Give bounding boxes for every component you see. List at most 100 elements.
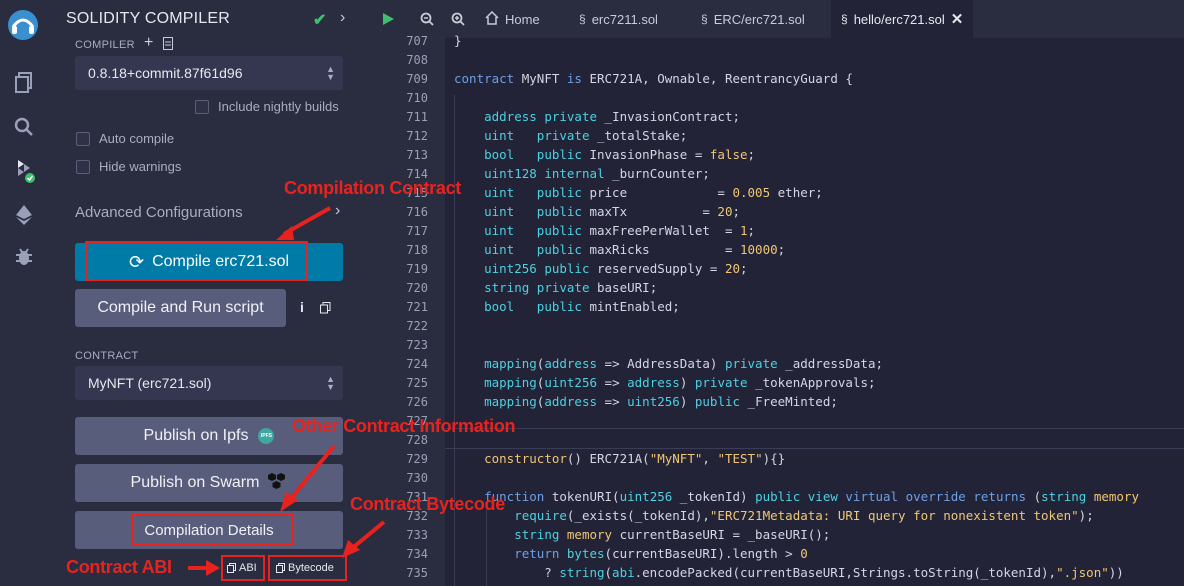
code-line: uint public maxTx = 20; [484,204,741,219]
highlight-abi [221,555,265,581]
tab-erc-erc721[interactable]: § ERC/erc721.sol [701,0,805,38]
tab-label: ERC/erc721.sol [713,11,805,27]
check-icon: ✔ [313,12,327,29]
publish-swarm-label: Publish on Swarm [130,474,260,491]
contract-select[interactable]: MyNFT (erc721.sol) ▲ ▼ [75,366,343,400]
line-number: 726 [406,395,428,409]
line-number: 721 [406,300,428,314]
line-number: 722 [406,319,428,333]
code-line: mapping(address => AddressData) private … [484,356,883,371]
tab-label: erc7211.sol [591,11,658,27]
compile-run-script-button[interactable]: Compile and Run script [75,289,286,327]
code-line: contract MyNFT is ERC721A, Ownable, Reen… [454,71,853,86]
line-number: 711 [406,110,428,124]
line-number: 716 [406,205,428,219]
file-explorer-icon[interactable] [11,70,37,96]
line-number: 730 [406,471,428,485]
solidity-compiler-icon[interactable] [11,158,37,184]
line-number: 707 [406,34,428,48]
line-number: 725 [406,376,428,390]
home-icon [485,10,499,28]
copy-icon[interactable] [320,301,331,319]
line-number: 723 [406,338,428,352]
code-line: return bytes(currentBaseURI).length > 0 [514,546,808,561]
line-number: 720 [406,281,428,295]
highlight-details [131,514,294,546]
tab-home[interactable]: Home [485,0,540,38]
code-line: bool public InvasionPhase = false; [484,147,756,162]
current-line-highlight [445,428,1184,449]
arrow-icon [276,206,331,240]
solidity-file-icon: § [579,12,586,26]
line-number: 719 [406,262,428,276]
arrow-icon [188,560,220,576]
advanced-config-toggle[interactable]: Advanced Configurations [75,204,243,221]
auto-compile-label: Auto compile [99,131,175,146]
line-number: 712 [406,129,428,143]
compiler-label: COMPILER [75,39,135,51]
include-nightly-checkbox[interactable] [195,100,209,114]
line-number: 735 [406,566,428,580]
zoom-out-icon[interactable] [420,0,434,38]
include-nightly-label: Include nightly builds [218,99,339,114]
solidity-file-icon: § [841,12,848,26]
deploy-run-icon[interactable] [11,202,37,228]
panel-title: SOLIDITY COMPILER [66,10,231,27]
tab-hello-erc721[interactable]: § hello/erc721.sol ✕ [831,0,974,38]
code-line: string private baseURI; [484,280,658,295]
publish-ipfs-label: Publish on Ipfs [143,427,249,444]
debugger-icon[interactable] [11,244,37,270]
contract-select-value: MyNFT (erc721.sol) [88,375,212,391]
tab-erc7211[interactable]: § erc7211.sol [579,0,658,38]
line-number: 708 [406,53,428,67]
code-line: uint public price = 0.005 ether; [484,185,823,200]
code-line: constructor() ERC721A("MyNFT", "TEST"){} [484,451,786,466]
tab-label: hello/erc721.sol [853,11,945,27]
code-line: ? string(abi.encodePacked(currentBaseURI… [454,565,1124,580]
tab-bar: Home § erc7211.sol § ERC/erc721.sol § he… [365,0,1184,38]
highlight-bytecode [268,555,347,581]
solidity-file-icon: § [701,12,708,26]
code-line: function tokenURI(uint256 _tokenId) publ… [484,489,1139,504]
search-icon[interactable] [11,114,37,140]
arrow-icon [342,520,386,558]
contract-label: CONTRACT [75,350,139,362]
info-icon[interactable]: i [300,299,304,315]
icon-sidebar [0,0,48,586]
code-line: } [454,33,462,48]
add-compiler-icon[interactable]: + [144,34,153,52]
code-line: uint private _totalStake; [484,128,688,143]
hide-warnings-checkbox[interactable] [76,160,90,174]
code-line: require(_exists(_tokenId),"ERC721Metadat… [514,508,1094,523]
line-number: 709 [406,72,428,86]
annotation-other-info: Other Contract Information [292,416,516,436]
annotation-contract-abi: Contract ABI [66,557,172,577]
code-line: bool public mintEnabled; [484,299,680,314]
select-arrows-icon: ▲ ▼ [326,374,335,392]
run-icon[interactable] [381,0,395,38]
chevron-right-icon[interactable]: › [340,9,345,27]
line-number: 717 [406,224,428,238]
remix-logo-icon[interactable] [4,6,42,44]
arrow-icon [280,444,336,512]
annotation-contract-bytecode: Contract Bytecode [350,494,505,514]
code-line: mapping(address => uint256) public _Free… [484,394,838,409]
code-line: string memory currentBaseURI = _baseURI(… [514,527,831,542]
code-line: uint public maxFreePerWallet = 1; [484,223,756,238]
code-line: uint256 public reservedSupply = 20; [484,261,748,276]
close-icon[interactable]: ✕ [951,10,964,28]
code-line: uint public maxRicks = 10000; [484,242,786,257]
code-line: address private _InvasionContract; [484,109,741,124]
annotation-compilation-contract: Compilation Contract [284,178,461,198]
line-number: 729 [406,452,428,466]
select-arrows-icon: ▲ ▼ [326,64,335,82]
code-line: uint128 internal _burnCounter; [484,166,710,181]
code-line: mapping(uint256 => address) private _tok… [484,375,876,390]
hide-warnings-label: Hide warnings [99,159,182,174]
line-number: 710 [406,91,428,105]
file-icon[interactable] [163,37,173,55]
auto-compile-checkbox[interactable] [76,132,90,146]
line-number: 713 [406,148,428,162]
line-number: 718 [406,243,428,257]
compiler-version-select[interactable]: 0.8.18+commit.87f61d96 ▲ ▼ [75,56,343,90]
